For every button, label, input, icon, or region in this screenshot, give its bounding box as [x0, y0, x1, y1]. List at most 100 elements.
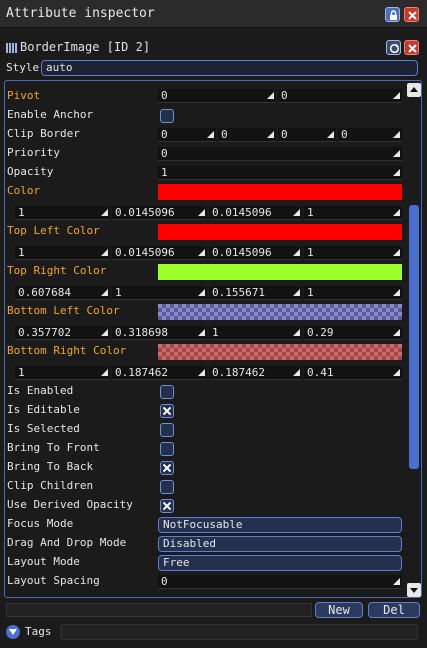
enable-anchor-checkbox[interactable] — [160, 109, 174, 123]
style-label: Style — [6, 61, 40, 74]
bottom-right-color-r-field[interactable]: 1 — [15, 366, 110, 380]
clip-children-label: Clip Children — [7, 479, 94, 492]
resize-icon — [393, 209, 400, 216]
clip-border-right-field[interactable]: 0 — [278, 128, 336, 142]
layout-mode-select[interactable]: Free — [158, 555, 402, 571]
color-label: Color — [7, 184, 41, 197]
top-left-color-g-field[interactable]: 0.0145096 — [112, 246, 207, 260]
opacity-field[interactable]: 1 — [158, 166, 402, 180]
pivot-label: Pivot — [7, 89, 41, 102]
top-right-color-swatch[interactable] — [158, 264, 402, 280]
resize-icon — [393, 169, 400, 176]
resize-icon — [393, 92, 400, 99]
bottom-right-color-a-field[interactable]: 0.41 — [304, 366, 402, 380]
window-title: Attribute inspector — [6, 6, 155, 21]
scrollbar[interactable] — [406, 81, 421, 597]
resize-icon — [267, 92, 274, 99]
resize-icon — [101, 249, 108, 256]
top-left-color-b-field[interactable]: 0.0145096 — [209, 246, 302, 260]
color-b-field[interactable]: 0.0145096 — [209, 206, 302, 220]
remove-element-icon[interactable] — [404, 40, 419, 55]
resize-icon — [293, 289, 300, 296]
resize-icon — [393, 131, 400, 138]
color-swatch[interactable] — [158, 184, 402, 200]
color-g-field[interactable]: 0.0145096 — [112, 206, 207, 220]
is-selected-checkbox[interactable] — [160, 423, 174, 437]
bottom-left-color-r-field[interactable]: 0.357702 — [15, 326, 110, 340]
top-right-color-r-field[interactable]: 0.607684 — [15, 286, 110, 300]
priority-label: Priority — [7, 146, 60, 159]
top-left-color-label: Top Left Color — [7, 224, 100, 237]
resize-icon — [327, 131, 334, 138]
is-enabled-label: Is Enabled — [7, 384, 74, 397]
priority-field[interactable]: 0 — [158, 147, 402, 161]
bottom-right-color-swatch[interactable] — [158, 344, 402, 360]
pivot-x-field[interactable]: 0 — [158, 89, 276, 103]
resize-icon — [101, 209, 108, 216]
top-right-color-a-field[interactable]: 1 — [304, 286, 402, 300]
resize-icon — [293, 209, 300, 216]
bring-to-front-checkbox[interactable] — [160, 442, 174, 456]
use-derived-opacity-checkbox[interactable] — [160, 499, 174, 513]
bottom-left-color-a-field[interactable]: 0.29 — [304, 326, 402, 340]
bring-to-back-label: Bring To Back — [7, 460, 94, 473]
new-attribute-input[interactable] — [6, 603, 312, 617]
top-left-color-swatch[interactable] — [158, 224, 402, 240]
attributes-panel: Pivot 0 0 Enable Anchor Clip Border 0 0 … — [4, 80, 422, 598]
collapse-icon[interactable] — [6, 625, 20, 639]
enable-anchor-label: Enable Anchor — [7, 108, 94, 121]
bring-to-back-checkbox[interactable] — [160, 461, 174, 475]
bottom-left-color-g-field[interactable]: 0.318698 — [112, 326, 207, 340]
color-r-field[interactable]: 1 — [15, 206, 110, 220]
focus-mode-select[interactable]: NotFocusable — [158, 517, 402, 533]
new-button[interactable]: New — [315, 602, 363, 618]
reset-icon[interactable] — [386, 40, 401, 55]
drag-drop-mode-label: Drag And Drop Mode — [7, 536, 127, 549]
is-editable-checkbox[interactable] — [160, 404, 174, 418]
clip-border-left-field[interactable]: 0 — [158, 128, 216, 142]
color-a-field[interactable]: 1 — [304, 206, 402, 220]
bottom-right-color-b-field[interactable]: 0.187462 — [209, 366, 302, 380]
bottom-right-color-label: Bottom Right Color — [7, 344, 127, 357]
is-enabled-checkbox[interactable] — [160, 385, 174, 399]
style-row: Style auto — [4, 59, 423, 77]
layout-spacing-field[interactable]: 0 — [158, 575, 402, 589]
resize-icon — [198, 369, 205, 376]
layout-spacing-label: Layout Spacing — [7, 574, 100, 587]
bottom-left-color-swatch[interactable] — [158, 304, 402, 320]
lock-icon[interactable] — [385, 7, 400, 22]
use-derived-opacity-label: Use Derived Opacity — [7, 498, 133, 511]
clip-children-checkbox[interactable] — [160, 480, 174, 494]
style-input[interactable]: auto — [41, 60, 418, 76]
resize-icon — [207, 131, 214, 138]
drag-drop-mode-select[interactable]: Disabled — [158, 536, 402, 552]
top-left-color-a-field[interactable]: 1 — [304, 246, 402, 260]
resize-icon — [198, 289, 205, 296]
pivot-y-field[interactable]: 0 — [278, 89, 402, 103]
new-attribute-bar: New Del — [4, 602, 423, 618]
scroll-down-icon[interactable] — [407, 583, 421, 597]
bottom-left-color-label: Bottom Left Color — [7, 304, 120, 317]
top-right-color-g-field[interactable]: 1 — [112, 286, 207, 300]
bottom-right-color-g-field[interactable]: 0.187462 — [112, 366, 207, 380]
clip-border-bottom-field[interactable]: 0 — [338, 128, 402, 142]
clip-border-top-field[interactable]: 0 — [218, 128, 276, 142]
scroll-thumb[interactable] — [409, 205, 419, 469]
bottom-left-color-b-field[interactable]: 1 — [209, 326, 302, 340]
focus-mode-label: Focus Mode — [7, 517, 74, 530]
layout-mode-label: Layout Mode — [7, 555, 80, 568]
top-left-color-r-field[interactable]: 1 — [15, 246, 110, 260]
tags-input[interactable] — [60, 624, 418, 640]
title-bar: Attribute inspector — [0, 0, 427, 28]
scroll-up-icon[interactable] — [407, 83, 421, 97]
top-right-color-b-field[interactable]: 0.155671 — [209, 286, 302, 300]
resize-icon — [267, 131, 274, 138]
delete-button[interactable]: Del — [368, 602, 420, 618]
resize-icon — [198, 249, 205, 256]
resize-icon — [393, 329, 400, 336]
close-icon[interactable] — [404, 7, 419, 22]
resize-icon — [293, 329, 300, 336]
resize-icon — [393, 150, 400, 157]
resize-icon — [101, 369, 108, 376]
resize-icon — [393, 369, 400, 376]
